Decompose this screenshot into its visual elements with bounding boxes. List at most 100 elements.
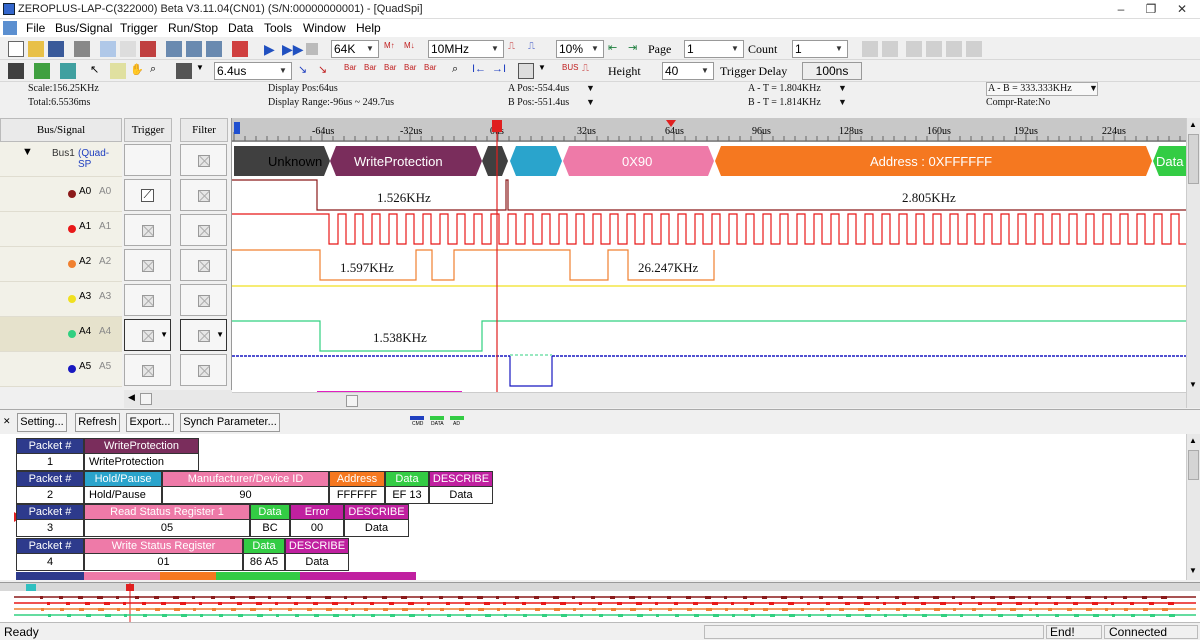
packet-value-cell[interactable]: 05 — [84, 520, 250, 537]
bar-d-icon[interactable]: Bar — [404, 63, 420, 79]
channel-filter-cell[interactable] — [180, 214, 227, 246]
packet-vscroll[interactable]: ▲ ▼ — [1186, 434, 1200, 580]
trigger-dropdown-icon[interactable]: ▼ — [160, 330, 168, 339]
delete-icon[interactable] — [232, 41, 248, 57]
grid-dropdown-icon[interactable]: ▼ — [196, 63, 212, 79]
scroll-left-icon[interactable]: ◀ — [128, 392, 135, 403]
cut-icon[interactable] — [140, 41, 156, 57]
channel-row[interactable]: A0 A0 ⟋ — [0, 177, 232, 212]
grid1-icon[interactable] — [906, 41, 922, 57]
search-next-icon[interactable]: →I — [492, 63, 508, 79]
new-icon[interactable] — [8, 41, 24, 57]
grid3-icon[interactable] — [946, 41, 962, 57]
bar-b-icon[interactable]: Bar — [364, 63, 380, 79]
overview-strip[interactable] — [0, 582, 1200, 622]
scroll-up-icon[interactable]: ▲ — [1189, 120, 1197, 129]
calc-icon[interactable] — [34, 63, 50, 79]
channel-filter-cell[interactable] — [180, 249, 227, 281]
menu-tools[interactable]: Tools — [264, 21, 292, 35]
packet-value-cell[interactable]: Data — [344, 520, 409, 537]
overview-cursor-a[interactable] — [26, 584, 36, 591]
bar-c-icon[interactable]: Bar — [384, 63, 400, 79]
setting-button[interactable]: Setting... — [17, 413, 67, 432]
cursor-b-marker[interactable] — [666, 120, 676, 127]
frequency-select[interactable]: 10MHz ▼ — [428, 40, 504, 58]
filter-dropdown-icon[interactable]: ▼ — [216, 330, 224, 339]
cursor-b-icon[interactable]: ↘ — [318, 63, 334, 79]
close-panel-icon[interactable]: ✕ — [3, 416, 11, 427]
run-icon[interactable]: ▶ — [264, 41, 280, 57]
packet-value-cell[interactable]: 1 — [16, 454, 84, 471]
packet-vscroll-thumb[interactable] — [1188, 450, 1199, 480]
packet-value-cell[interactable]: BC — [250, 520, 290, 537]
menu-data[interactable]: Data — [228, 21, 253, 35]
b-t-dropdown-icon[interactable]: ▼ — [838, 97, 847, 107]
channel-trigger-cell[interactable] — [124, 284, 171, 316]
pointer-icon[interactable]: ↖ — [90, 63, 106, 79]
bus-row[interactable]: ▼ Bus1 (Quad-SP — [0, 142, 232, 177]
channel-trigger-cell[interactable] — [124, 354, 171, 386]
left-hscroll[interactable]: ◀ — [124, 390, 232, 408]
menu-window[interactable]: Window — [303, 21, 346, 35]
search-prev-icon[interactable]: I← — [472, 63, 488, 79]
packet-value-cell[interactable]: 01 — [84, 554, 243, 571]
packet-value-cell[interactable]: 3 — [16, 520, 84, 537]
grid-icon[interactable] — [176, 63, 192, 79]
trigger-marker[interactable] — [492, 120, 502, 132]
hand-icon[interactable]: ✋ — [130, 63, 146, 79]
packet-value-cell[interactable]: Hold/Pause — [84, 487, 162, 504]
packet-list[interactable]: Packet # WriteProtection 1 WriteProtecti… — [0, 434, 1186, 580]
channel-row[interactable]: A2 A2 — [0, 247, 232, 282]
find-icon[interactable] — [166, 41, 182, 57]
move-left-icon[interactable]: ⇤ — [608, 41, 624, 57]
channel-trigger-cell[interactable]: ▼ — [124, 319, 171, 351]
packet-value-cell[interactable]: 86 A5 — [243, 554, 285, 571]
package-icon[interactable] — [60, 63, 76, 79]
a-b-value[interactable]: A - B = 333.333KHz — [986, 82, 1098, 96]
close-button[interactable]: ✕ — [1166, 1, 1198, 17]
binoculars-icon[interactable]: ⌕ — [452, 63, 468, 79]
channel-trigger-cell[interactable] — [124, 249, 171, 281]
page-select[interactable]: 1 ▼ — [684, 40, 744, 58]
bus-wave-icon[interactable]: ⎍ — [582, 63, 598, 79]
channel-trigger-cell[interactable] — [124, 214, 171, 246]
channel-row[interactable]: A4 A4 ▼ ▼ — [0, 317, 232, 352]
scroll-thumb[interactable] — [140, 393, 152, 405]
grid4-icon[interactable] — [966, 41, 982, 57]
channel-filter-cell[interactable]: ▼ — [180, 319, 227, 351]
packet-value-cell[interactable]: 4 — [16, 554, 84, 571]
channel-row[interactable]: A1 A1 — [0, 212, 232, 247]
packet-value-cell[interactable]: Data — [429, 487, 493, 504]
move-right-icon[interactable]: ⇥ — [628, 41, 644, 57]
packet-value-cell[interactable]: 2 — [16, 487, 84, 504]
packet-value-cell[interactable]: EF 13 — [385, 487, 429, 504]
refresh-button[interactable]: Refresh — [75, 413, 120, 432]
packet-value-cell[interactable]: Data — [285, 554, 349, 571]
a-t-dropdown-icon[interactable]: ▼ — [838, 83, 847, 93]
restore-button[interactable]: ❐ — [1136, 1, 1166, 17]
scroll-up-icon[interactable]: ▲ — [1189, 436, 1197, 445]
display-dropdown-icon[interactable]: ▼ — [538, 63, 554, 79]
waveform-vscroll[interactable]: ▲ ▼ — [1186, 118, 1200, 408]
synch-parameter-button[interactable]: Synch Parameter... — [180, 413, 280, 432]
save-icon[interactable] — [48, 41, 64, 57]
scroll-down-icon[interactable]: ▼ — [1189, 566, 1197, 575]
packet-value-cell[interactable]: FFFFFF — [329, 487, 385, 504]
print-icon[interactable] — [74, 41, 90, 57]
zoom-icon[interactable]: ⌕ — [150, 63, 166, 79]
channel-filter-cell[interactable] — [180, 284, 227, 316]
bar-a-icon[interactable]: Bar — [344, 63, 360, 79]
stop-icon[interactable] — [306, 43, 318, 55]
select-icon[interactable] — [110, 63, 126, 79]
find-prev-icon[interactable] — [206, 41, 222, 57]
packet-value-cell[interactable]: WriteProtection — [84, 454, 199, 471]
decode-hold[interactable] — [510, 146, 562, 176]
decode-segment[interactable] — [482, 146, 508, 176]
a-pos-dropdown-icon[interactable]: ▼ — [586, 83, 595, 93]
channel-row[interactable]: A3 A3 — [0, 282, 232, 317]
channel-row[interactable]: A5 A5 — [0, 352, 232, 387]
trigger-position-select[interactable]: 10% ▼ — [556, 40, 604, 58]
menu-trigger[interactable]: Trigger — [120, 21, 158, 35]
menu-run-stop[interactable]: Run/Stop — [168, 21, 218, 35]
bus-icon[interactable]: BUS — [562, 63, 578, 79]
